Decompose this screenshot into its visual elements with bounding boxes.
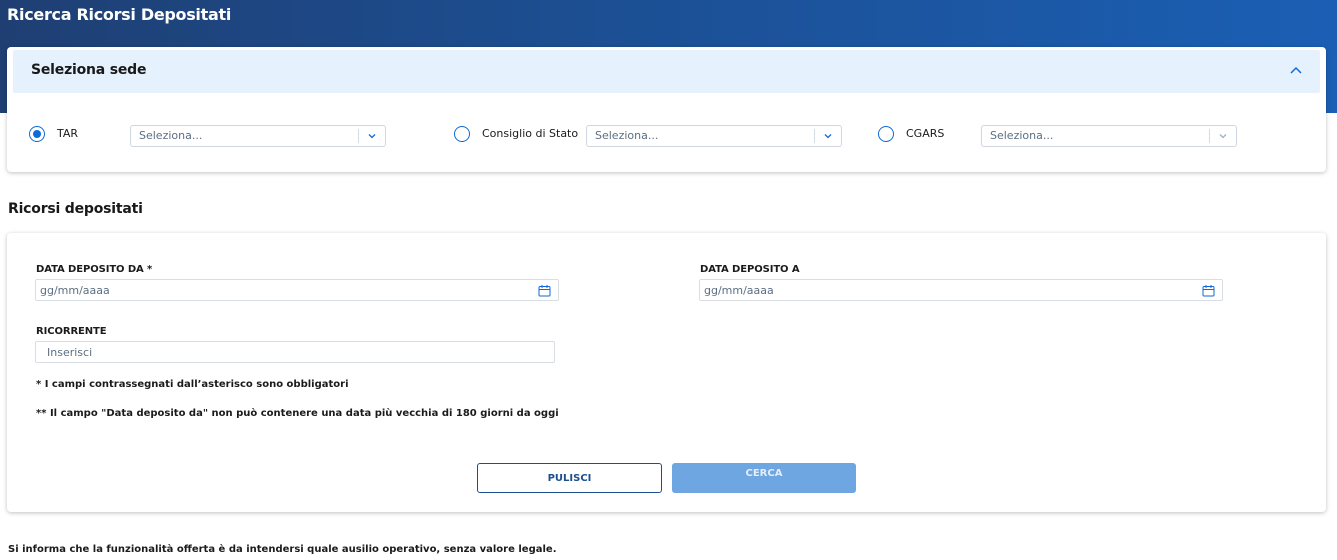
select-cgars-value: Seleziona... [990, 129, 1054, 142]
sede-card: Seleziona sede TAR Seleziona... Consigli… [7, 47, 1326, 172]
search-button[interactable]: CERCA [672, 463, 856, 493]
select-divider [358, 129, 359, 143]
data-deposito-da-placeholder: gg/mm/aaaa [40, 284, 110, 297]
select-divider [1209, 129, 1210, 143]
label-data-deposito-da: DATA DEPOSITO DA * [36, 264, 153, 275]
radio-consiglio-di-stato[interactable] [454, 126, 470, 142]
chevron-up-icon[interactable] [1288, 63, 1304, 79]
chevron-down-icon [1219, 134, 1227, 139]
label-data-deposito-a: DATA DEPOSITO A [700, 264, 800, 275]
select-tar[interactable]: Seleziona... [130, 125, 386, 147]
radio-option-consiglio-di-stato: Consiglio di Stato Seleziona... [454, 125, 844, 147]
note-required: * I campi contrassegnati dall’asterisco … [36, 379, 349, 390]
ricorrente-input[interactable]: Inserisci [35, 341, 555, 363]
section-heading-ricorsi: Ricorsi depositati [8, 201, 143, 217]
radio-cgars[interactable] [878, 126, 894, 142]
select-cgars[interactable]: Seleziona... [981, 125, 1237, 147]
radio-tar[interactable] [29, 126, 45, 142]
note-date-limit: ** Il campo "Data deposito da" non può c… [36, 408, 559, 419]
data-deposito-a-placeholder: gg/mm/aaaa [704, 284, 774, 297]
clear-button[interactable]: PULISCI [477, 463, 662, 493]
data-deposito-da-field[interactable]: gg/mm/aaaa [35, 279, 559, 301]
radio-option-cgars: CGARS Seleziona... [878, 125, 1238, 147]
select-divider [814, 129, 815, 143]
select-consiglio-di-stato[interactable]: Seleziona... [586, 125, 842, 147]
select-consiglio-value: Seleziona... [595, 129, 659, 142]
calendar-icon[interactable] [538, 284, 551, 297]
data-deposito-a-field[interactable]: gg/mm/aaaa [699, 279, 1223, 301]
radio-label-cgars: CGARS [906, 127, 945, 140]
sede-accordion-header[interactable]: Seleziona sede [13, 50, 1320, 93]
calendar-icon[interactable] [1202, 284, 1215, 297]
sede-title: Seleziona sede [31, 62, 147, 78]
label-ricorrente: RICORRENTE [36, 326, 107, 337]
legal-disclaimer: Si informa che la funzionalità offerta è… [8, 544, 557, 555]
chevron-down-icon [824, 134, 832, 139]
chevron-down-icon [368, 134, 376, 139]
ricorrente-placeholder: Inserisci [47, 346, 93, 359]
radio-label-tar: TAR [57, 127, 79, 140]
radio-label-consiglio-di-stato: Consiglio di Stato [482, 127, 579, 140]
radio-option-tar: TAR Seleziona... [29, 125, 389, 147]
page-title: Ricerca Ricorsi Depositati [7, 5, 231, 24]
ricorsi-card: DATA DEPOSITO DA * gg/mm/aaaa DATA DEPOS… [7, 233, 1326, 512]
select-tar-value: Seleziona... [139, 129, 203, 142]
